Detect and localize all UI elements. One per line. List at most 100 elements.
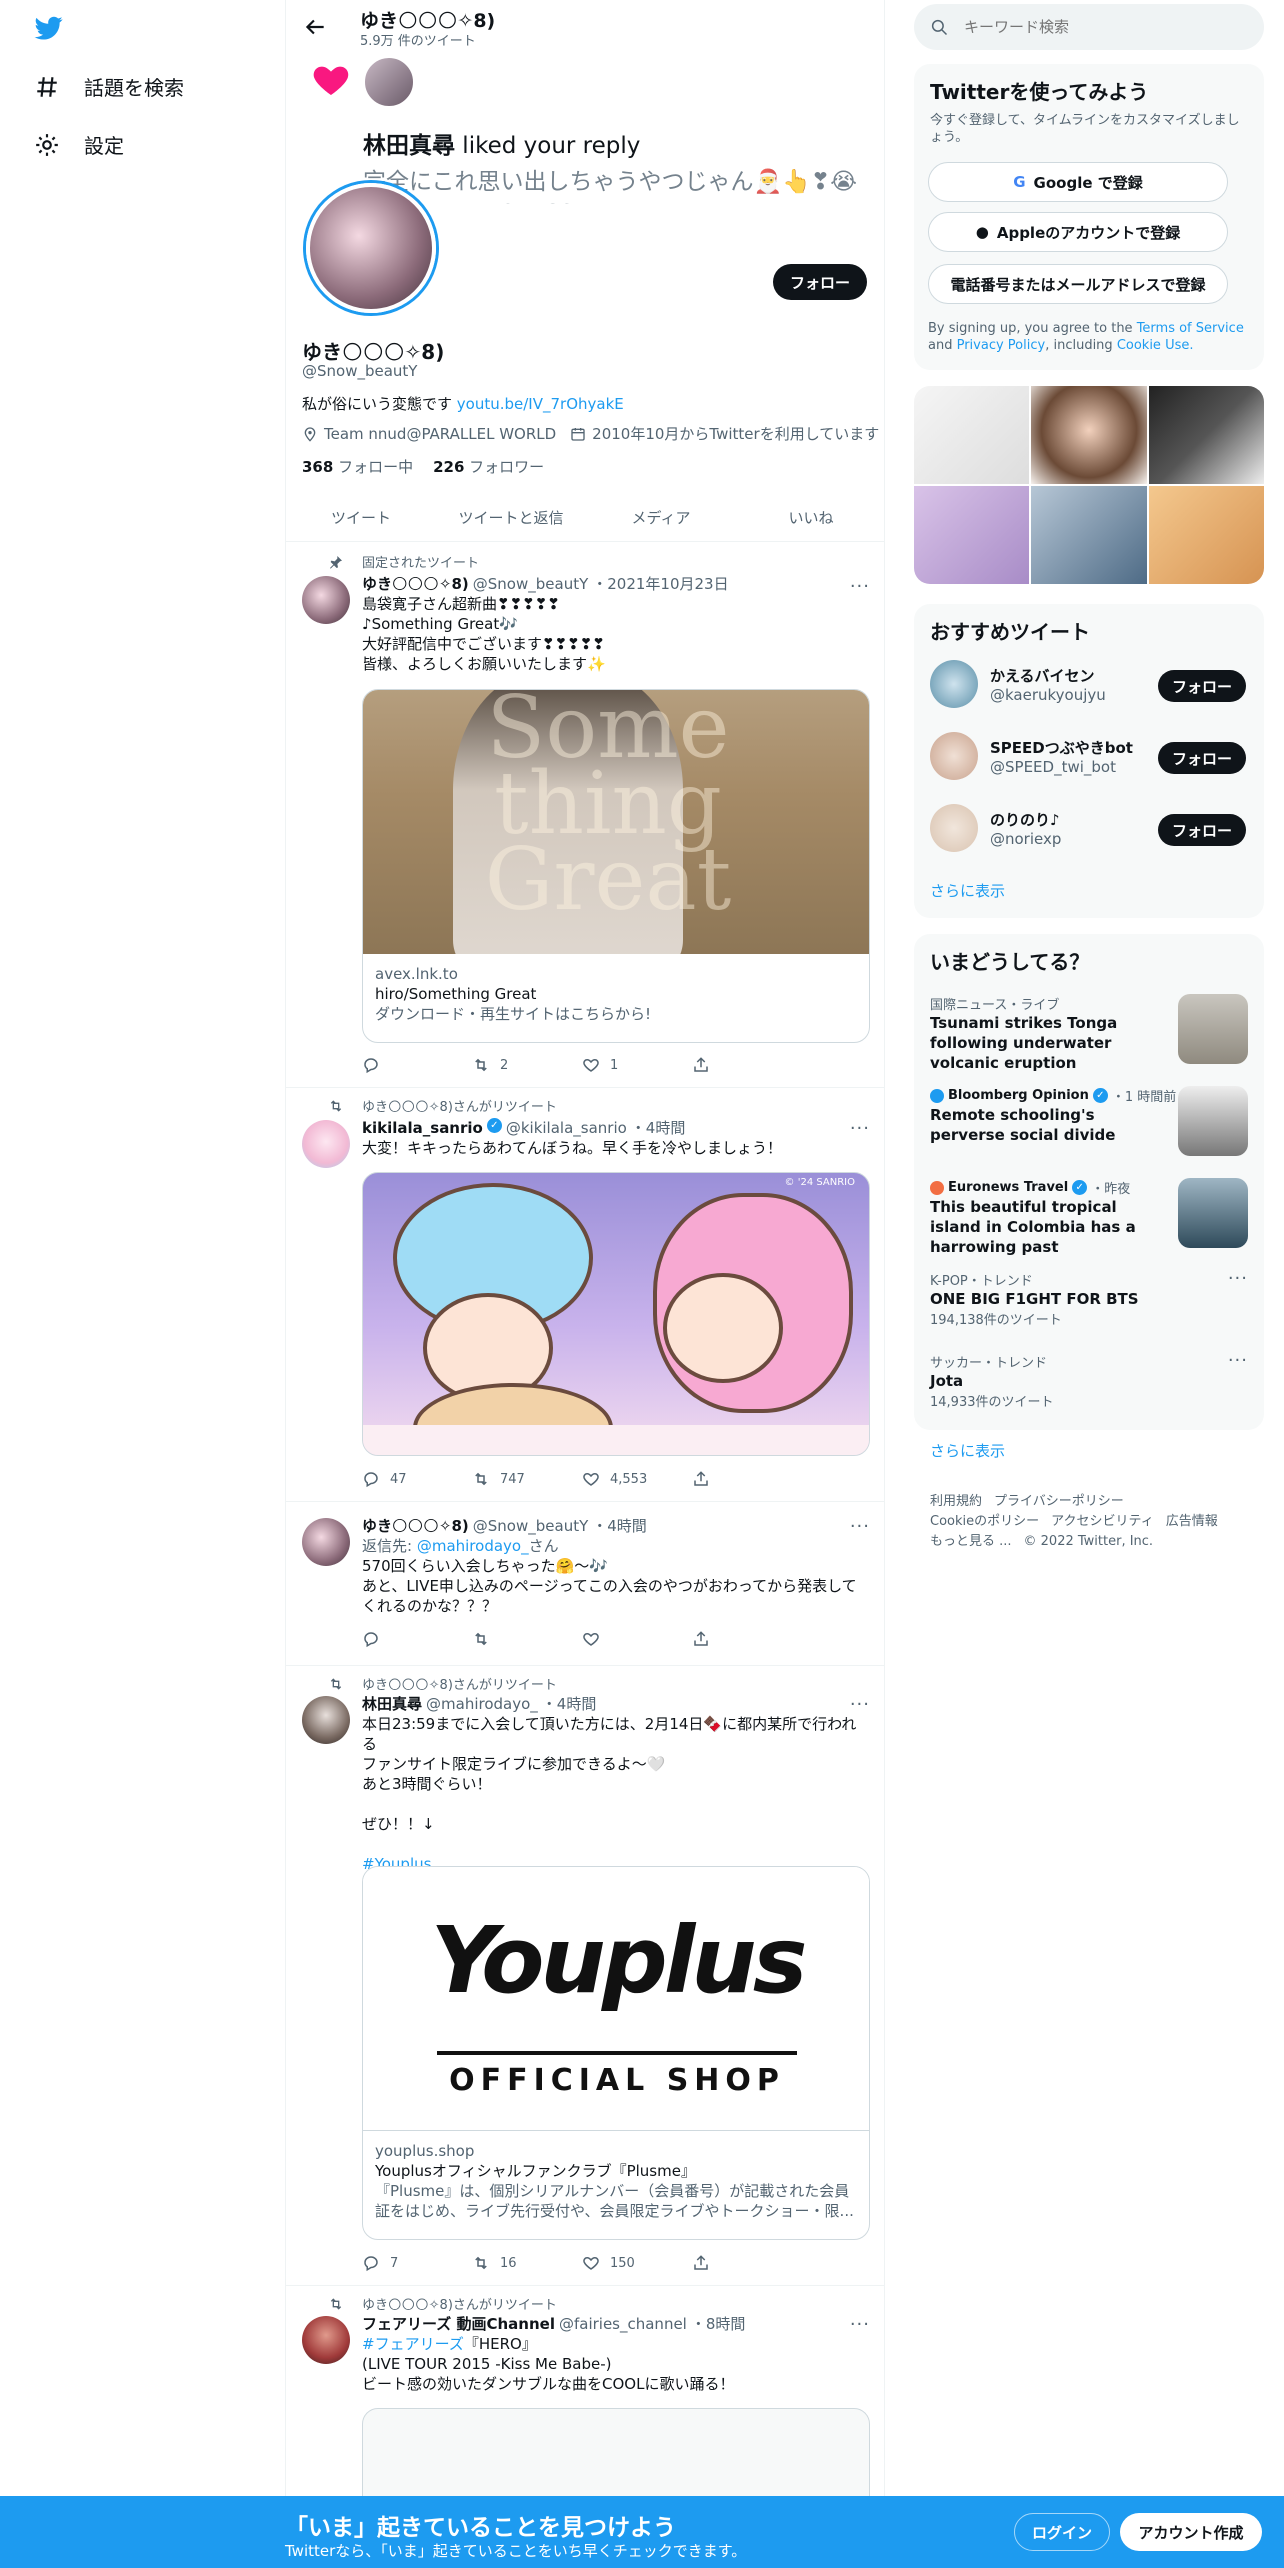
tweet-time[interactable]: ・4時間: [592, 1516, 647, 1536]
tweet-pinned[interactable]: 固定されたツイート ··· ゆき🌕🌕🌕✧8) @Snow_beautY ・2021年…: [286, 542, 884, 1088]
tweet-handle[interactable]: @mahirodayo_: [426, 1694, 538, 1714]
login-button[interactable]: ログイン: [1014, 2513, 1110, 2551]
notification-text: 林田真尋 liked your reply: [363, 126, 640, 160]
search-input[interactable]: [964, 18, 1224, 36]
nav-settings[interactable]: 設定: [34, 130, 124, 159]
link-card[interactable]: Youplus OFFICIAL SHOP youplus.shop Youpl…: [362, 1866, 870, 2240]
recommend-show-more[interactable]: さらに表示: [930, 880, 1005, 901]
media-thumb[interactable]: [914, 386, 1030, 484]
footer-link[interactable]: プライバシーポリシー: [994, 1494, 1124, 1509]
media-grid[interactable]: [914, 386, 1264, 584]
terms-link[interactable]: Terms of Service: [1137, 321, 1244, 336]
share-button[interactable]: [692, 2254, 792, 2272]
followers-stat[interactable]: 226 フォロワー: [433, 456, 544, 477]
tweet-author[interactable]: フェアリーズ 動画Channel: [362, 2314, 555, 2334]
reply-button[interactable]: [362, 1630, 462, 1648]
tweet-author[interactable]: ゆき🌕🌕🌕✧8): [362, 1516, 469, 1536]
twitter-logo-icon[interactable]: [33, 14, 65, 42]
recommend-user[interactable]: かえるバイセン @kaerukyoujyu: [930, 660, 1106, 708]
trends-show-more[interactable]: さらに表示: [930, 1440, 1005, 1461]
footer-link[interactable]: 利用規約: [930, 1494, 982, 1509]
tab-likes[interactable]: いいね: [736, 494, 884, 541]
tweet-avatar[interactable]: [302, 2316, 350, 2364]
tweet-retweet-kikilala[interactable]: ゆき🌕🌕🌕✧8)さんがリツイート ··· kikilala_sanrio ✓ @ki…: [286, 1088, 884, 1502]
google-signup-button[interactable]: G Google で登録: [928, 162, 1228, 202]
tweet-image[interactable]: © '24 SANRIO: [362, 1172, 870, 1456]
footer-link[interactable]: もっと見る ...: [930, 1534, 1012, 1549]
tweet-time[interactable]: ・2021年10月23日: [592, 574, 728, 594]
tweet-author[interactable]: 林田真尋: [362, 1694, 422, 1714]
like-button[interactable]: [582, 1630, 682, 1648]
like-button[interactable]: 1: [582, 1056, 682, 1074]
apple-signup-button[interactable]: ● Appleのアカウントで登録: [928, 212, 1228, 252]
share-button[interactable]: [692, 1630, 792, 1648]
profile-avatar[interactable]: [306, 183, 436, 313]
tab-tweets[interactable]: ツイート: [286, 494, 436, 541]
following-stat[interactable]: 368 フォロー中: [302, 456, 413, 477]
trend-thumbnail: [1178, 1178, 1248, 1248]
tweet-time[interactable]: ・4時間: [631, 1118, 686, 1138]
media-thumb[interactable]: [914, 486, 1030, 584]
tweet-handle[interactable]: @Snow_beautY: [473, 1516, 588, 1536]
phone-signup-button[interactable]: 電話番号またはメールアドレスで登録: [928, 264, 1228, 304]
notification-avatar[interactable]: [363, 56, 415, 108]
footer-link[interactable]: 広告情報: [1166, 1514, 1218, 1529]
more-icon[interactable]: ···: [1228, 1350, 1248, 1371]
back-arrow-icon[interactable]: [302, 14, 328, 40]
recommend-user[interactable]: SPEEDつぶやきbot @SPEED_twi_bot: [930, 732, 1133, 780]
cookie-link[interactable]: Cookie Use.: [1117, 338, 1194, 353]
follow-button[interactable]: フォロー: [1158, 814, 1246, 846]
bio-link[interactable]: youtu.be/IV_7rOhyakE: [457, 395, 624, 413]
trend-item[interactable]: サッカー・トレンド Jota 14,933件のツイート: [930, 1352, 1248, 1410]
reply-button[interactable]: [362, 1056, 462, 1074]
retweet-button[interactable]: 2: [472, 1056, 572, 1074]
tweet-avatar[interactable]: [302, 1518, 350, 1566]
share-button[interactable]: [692, 1056, 792, 1074]
recommend-user[interactable]: のりのり♪ @noriexp: [930, 804, 1061, 852]
footer-link[interactable]: アクセシビリティ: [1051, 1514, 1154, 1529]
tab-media[interactable]: メディア: [586, 494, 736, 541]
tweet-time[interactable]: ・4時間: [542, 1694, 597, 1714]
user-avatar[interactable]: [930, 804, 978, 852]
search-bar[interactable]: [914, 4, 1264, 50]
tab-tweets-and-replies[interactable]: ツイートと返信: [436, 494, 586, 541]
nav-explore[interactable]: 話題を検索: [34, 72, 184, 101]
media-thumb[interactable]: [1031, 386, 1147, 484]
tweet-time[interactable]: ・8時間: [691, 2314, 746, 2334]
tweet-handle[interactable]: @Snow_beautY: [473, 574, 588, 594]
share-button[interactable]: [692, 1470, 792, 1488]
profile-follow-button[interactable]: フォロー: [773, 264, 867, 300]
tweet-avatar[interactable]: [302, 1696, 350, 1744]
more-icon[interactable]: ···: [1228, 1268, 1248, 1289]
retweet-button[interactable]: 747: [472, 1470, 572, 1488]
trend-item[interactable]: K-POP・トレンド ONE BIG F1GHT FOR BTS 194,138…: [930, 1270, 1248, 1328]
link-card[interactable]: Some thing Great avex.lnk.to hiro/Someth…: [362, 689, 870, 1043]
privacy-link[interactable]: Privacy Policy: [957, 338, 1046, 353]
reply-button[interactable]: 7: [362, 2254, 462, 2272]
footer-link[interactable]: Cookieのポリシー: [930, 1514, 1039, 1529]
tweet-retweet-youplus[interactable]: ゆき🌕🌕🌕✧8)さんがリツイート ··· 林田真尋 @mahirodayo_ ・4時…: [286, 1666, 884, 2286]
hashtag-link[interactable]: #フェアリーズ: [362, 2335, 464, 2353]
follow-button[interactable]: フォロー: [1158, 670, 1246, 702]
user-avatar[interactable]: [930, 660, 978, 708]
user-avatar[interactable]: [930, 732, 978, 780]
retweet-button[interactable]: 16: [472, 2254, 572, 2272]
tweet-avatar[interactable]: [302, 1120, 350, 1168]
tweet-reply[interactable]: ··· ゆき🌕🌕🌕✧8) @Snow_beautY ・4時間 返信先: @mahir…: [286, 1502, 884, 1666]
retweet-button[interactable]: [472, 1630, 572, 1648]
tweet-author[interactable]: kikilala_sanrio: [362, 1118, 483, 1138]
follow-button[interactable]: フォロー: [1158, 742, 1246, 774]
reply-to-link[interactable]: @mahirodayo_: [417, 1537, 529, 1555]
like-button[interactable]: 4,553: [582, 1470, 682, 1488]
media-thumb[interactable]: [1148, 386, 1264, 484]
tweet-avatar[interactable]: [302, 576, 350, 624]
notification-actor[interactable]: 林田真尋: [363, 133, 455, 159]
signup-button[interactable]: アカウント作成: [1120, 2513, 1262, 2551]
tweet-author[interactable]: ゆき🌕🌕🌕✧8): [362, 574, 469, 594]
tweet-handle[interactable]: @kikilala_sanrio: [506, 1118, 627, 1138]
like-button[interactable]: 150: [582, 2254, 682, 2272]
reply-button[interactable]: 47: [362, 1470, 462, 1488]
media-thumb[interactable]: [1148, 486, 1264, 584]
media-thumb[interactable]: [1031, 486, 1147, 584]
tweet-handle[interactable]: @fairies_channel: [559, 2314, 687, 2334]
